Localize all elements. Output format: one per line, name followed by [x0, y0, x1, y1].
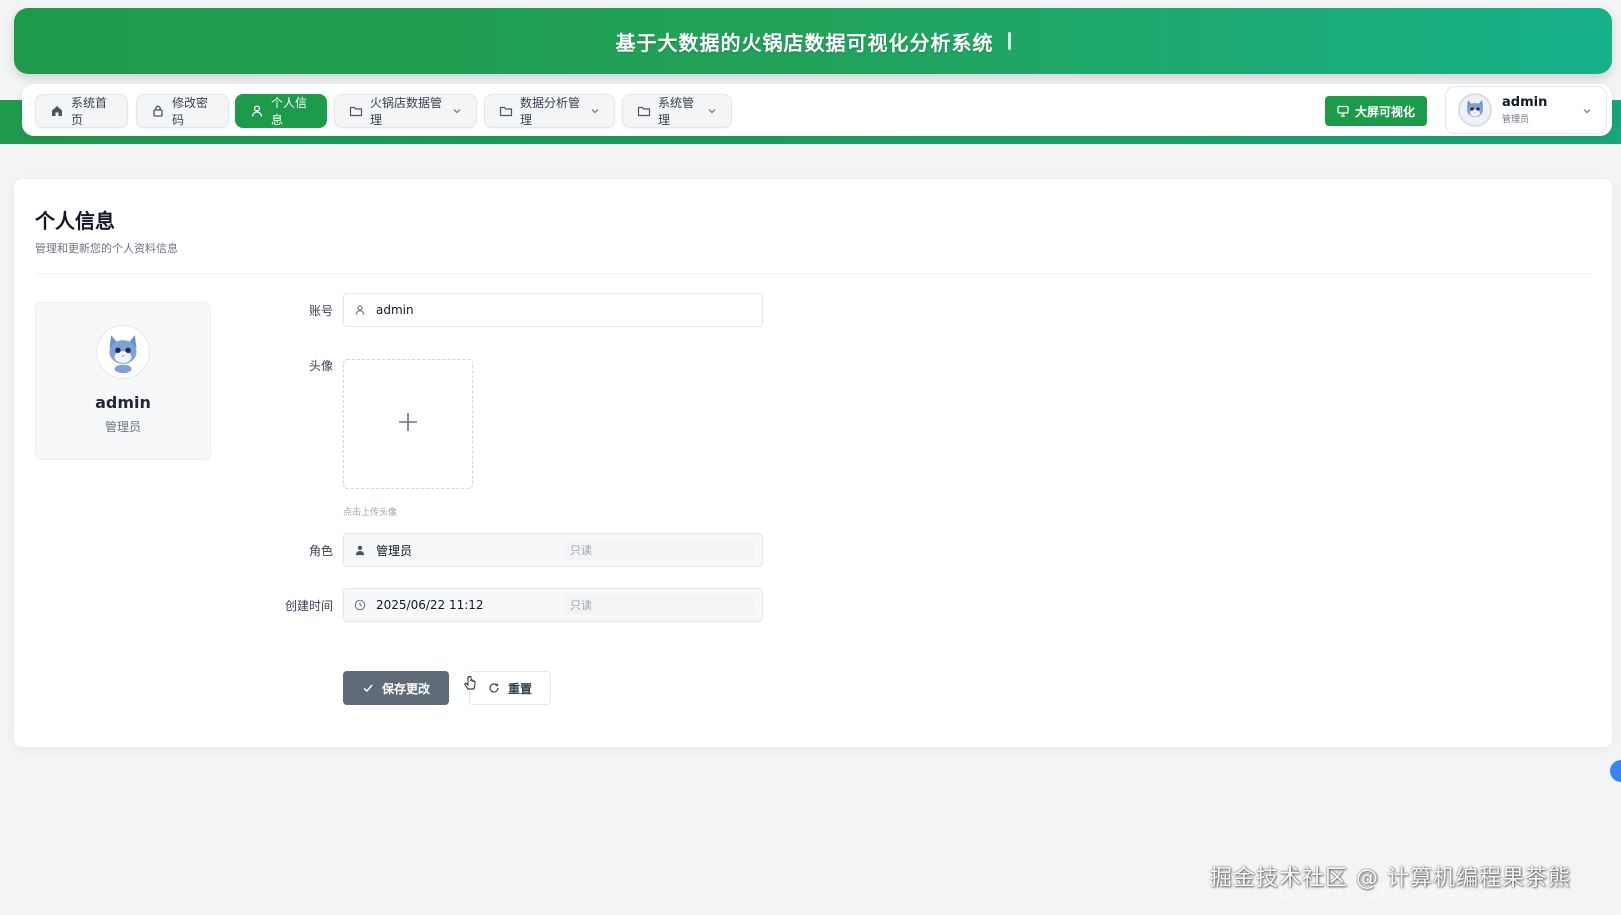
- nav-item-label: 数据分析管理: [520, 96, 581, 127]
- folder-icon: [499, 104, 513, 118]
- user-menu[interactable]: admin 管理员: [1445, 86, 1607, 134]
- nav-item-system-manage[interactable]: 系统管理: [622, 94, 732, 128]
- chevron-down-icon: [1582, 106, 1592, 116]
- header-banner: 基于大数据的火锅店数据可视化分析系统: [14, 8, 1612, 74]
- folder-icon: [349, 104, 363, 118]
- folder-icon: [637, 104, 651, 118]
- avatar-label: 头像: [308, 359, 333, 373]
- divider: [35, 273, 1591, 274]
- avatar-upload[interactable]: [343, 359, 473, 489]
- chevron-down-icon: [590, 106, 600, 116]
- user-icon: [354, 304, 366, 316]
- hand-cursor-icon: [463, 675, 477, 692]
- save-label: 保存更改: [381, 681, 430, 696]
- created-time-value: 2025/06/22 11:12: [376, 598, 484, 612]
- created-time-field: 2025/06/22 11:12 只读: [343, 588, 763, 622]
- nav-item-home[interactable]: 系统首页: [35, 94, 128, 128]
- readonly-tag: 只读: [564, 595, 754, 615]
- nav-item-label: 系统管理: [658, 96, 695, 127]
- created-time-label: 创建时间: [284, 599, 333, 613]
- account-field[interactable]: [343, 293, 763, 327]
- avatar: [1458, 93, 1492, 127]
- nav-item-profile[interactable]: 个人信息: [235, 94, 327, 128]
- page-subtitle: 管理和更新您的个人资料信息: [35, 242, 178, 255]
- bigscreen-button[interactable]: 大屏可视化: [1325, 96, 1427, 126]
- cat-avatar-icon: [1467, 100, 1483, 117]
- nav-item-data-analysis[interactable]: 数据分析管理: [484, 94, 615, 128]
- nav-item-change-password[interactable]: 修改密码: [136, 94, 229, 128]
- home-icon: [50, 104, 64, 118]
- chevron-down-icon: [452, 106, 462, 116]
- reset-button[interactable]: 重置: [469, 671, 551, 705]
- refresh-icon: [488, 682, 500, 694]
- watermark: 掘金技术社区 @ 计算机编程果茶熊: [1210, 866, 1571, 891]
- floating-button[interactable]: [1610, 760, 1621, 782]
- profile-page-card: 个人信息 管理和更新您的个人资料信息 admin 管理员 账号 头像: [14, 179, 1612, 747]
- nav-item-label: 修改密码: [172, 96, 209, 127]
- user-icon: [354, 544, 366, 556]
- readonly-tag: 只读: [564, 540, 754, 560]
- profile-name: admin: [95, 393, 151, 412]
- reset-label: 重置: [507, 681, 532, 696]
- avatar-upload-hint: 点击上传头像: [343, 508, 398, 518]
- plus-icon: [397, 411, 419, 437]
- cat-avatar-icon: [109, 335, 137, 374]
- nav-bar: 系统首页 修改密码 个人信息 火锅店数据管理 数据分析管理 系统管理 大屏可视化…: [22, 84, 1612, 136]
- title-caret: [1007, 32, 1011, 50]
- clock-icon: [354, 599, 366, 611]
- nav-item-hotpot-data[interactable]: 火锅店数据管理: [334, 94, 477, 128]
- role-value: 管理员: [376, 543, 413, 558]
- profile-role: 管理员: [104, 420, 141, 434]
- user-icon: [250, 104, 264, 118]
- profile-summary: admin 管理员: [35, 302, 211, 460]
- lock-icon: [151, 104, 165, 118]
- save-button[interactable]: 保存更改: [343, 671, 449, 705]
- account-input[interactable]: [376, 303, 736, 317]
- nav-item-label: 火锅店数据管理: [370, 96, 443, 127]
- chevron-down-icon: [707, 106, 717, 116]
- role-field: 管理员 只读: [343, 533, 763, 567]
- app-title: 基于大数据的火锅店数据可视化分析系统: [615, 30, 994, 55]
- nav-item-label: 系统首页: [71, 96, 108, 127]
- account-label: 账号: [308, 304, 333, 318]
- check-icon: [362, 682, 374, 694]
- user-name: admin: [1502, 95, 1548, 110]
- user-role: 管理员: [1502, 115, 1530, 125]
- page-title: 个人信息: [35, 209, 115, 233]
- monitor-icon: [1337, 105, 1349, 117]
- bigscreen-label: 大屏可视化: [1354, 104, 1415, 119]
- avatar: [96, 325, 150, 379]
- nav-item-label: 个人信息: [271, 96, 308, 127]
- role-label: 角色: [308, 544, 333, 558]
